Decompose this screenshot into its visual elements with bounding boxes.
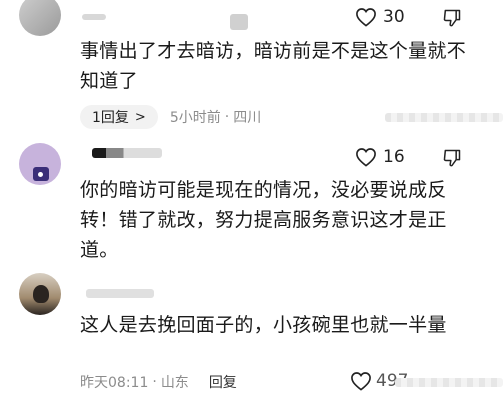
comment-text: 这人是去挽回面子的，小孩碗里也就一半量	[80, 314, 447, 336]
comment-location: 四川	[233, 110, 262, 126]
comment-meta: 昨天08:11 · 山东 回复	[80, 372, 237, 392]
meta-separator: ·	[152, 374, 157, 390]
reply-count-button[interactable]: 1回复 >	[80, 105, 158, 129]
comment-meta: 1回复 > 5小时前 · 四川	[80, 105, 261, 129]
comment-2: 16 你的暗访可能是现在的情况，没必要说成反转！错了就改，努力提高服务意识这才是…	[0, 135, 503, 265]
thumbs-down-outline-icon	[443, 149, 461, 167]
dislike-button[interactable]	[442, 8, 464, 30]
username[interactable]	[86, 289, 154, 298]
comment-1: 30 事情出了才去暗访，暗访前是不是这个量就不知道了 1回复 > 5小时前 · …	[0, 0, 503, 135]
comment-text: 你的暗访可能是现在的情况，没必要说成反转！错了就改，努力提高服务意识这才是正道。	[80, 179, 447, 261]
comment-3: 这人是去挽回面子的，小孩碗里也就一半量 昨天08:11 · 山东 回复 497	[0, 265, 503, 401]
like-count: 30	[383, 7, 405, 27]
avatar-figure	[33, 285, 49, 303]
comment-time: 昨天08:11	[80, 375, 149, 391]
avatar-figure-accent	[38, 172, 43, 177]
like-count: 16	[383, 147, 405, 167]
dislike-button[interactable]	[442, 148, 464, 170]
avatar[interactable]	[19, 0, 61, 36]
heart-outline-icon	[356, 8, 376, 27]
thumbs-down-outline-icon	[443, 9, 461, 27]
username[interactable]	[82, 14, 106, 20]
avatar[interactable]	[19, 143, 61, 185]
comment-text: 事情出了才去暗访，暗访前是不是这个量就不知道了	[80, 40, 467, 92]
username-blur	[230, 14, 248, 30]
like-button[interactable]: 16	[355, 147, 405, 167]
like-button[interactable]: 30	[355, 7, 405, 27]
chevron-right-icon: >	[134, 109, 146, 125]
blurred-region	[385, 113, 503, 122]
comment-location: 山东	[160, 375, 189, 391]
reply-count-label: 1回复	[92, 110, 129, 126]
username[interactable]	[92, 148, 162, 158]
reply-button[interactable]: 回复	[209, 372, 237, 392]
heart-outline-icon	[351, 372, 371, 391]
comment-time: 5小时前	[169, 110, 221, 126]
meta-separator: ·	[224, 109, 230, 125]
blurred-region	[395, 378, 503, 387]
heart-outline-icon	[356, 148, 376, 167]
avatar[interactable]	[19, 273, 61, 315]
